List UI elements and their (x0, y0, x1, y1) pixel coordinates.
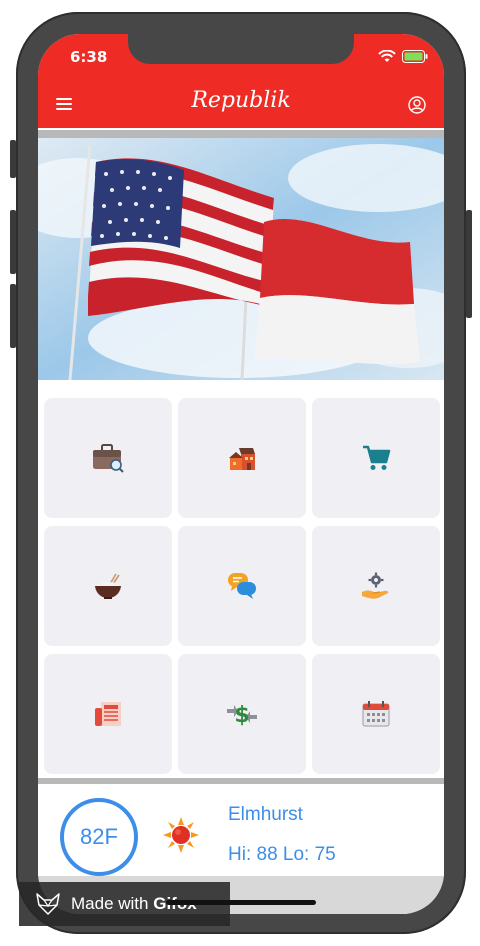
tile-news[interactable] (44, 654, 172, 774)
flags-image (38, 138, 444, 381)
volume-down-button (10, 284, 16, 348)
temperature-value: 82F (80, 824, 118, 849)
feature-grid: $ (38, 392, 444, 778)
tile-housing[interactable] (178, 398, 306, 518)
fox-logo-icon (36, 893, 60, 915)
houses-icon (229, 448, 255, 470)
city-name: Elmhurst (228, 804, 303, 825)
money-exchange-icon: $ (227, 703, 257, 728)
chat-bubbles-icon (228, 573, 256, 599)
battery-icon (402, 50, 428, 63)
flags-banner (38, 130, 444, 400)
sun-icon (163, 817, 199, 853)
notch (128, 34, 354, 64)
weather-widget[interactable]: 82F Elmhurst Hi: 88 Lo: 75 (38, 784, 444, 876)
home-indicator[interactable] (166, 900, 316, 905)
tile-chat[interactable] (178, 526, 306, 646)
status-time: 6:38 (70, 48, 108, 66)
rice-bowl-icon (95, 573, 121, 599)
briefcase-search-icon (93, 444, 124, 473)
hi-lo-temperature: Hi: 88 Lo: 75 (228, 844, 336, 865)
newspaper-icon (95, 702, 121, 726)
screen: 6:38 Republik $ 82F Elmhurst Hi: 88 Lo: … (38, 34, 444, 914)
temperature-display: 82F (60, 798, 138, 876)
app-title: Republik (191, 88, 291, 113)
status-icons (378, 50, 428, 63)
volume-up-button (10, 210, 16, 274)
calendar-icon (362, 701, 390, 727)
user-profile-icon[interactable] (408, 96, 426, 114)
svg-text:$: $ (234, 703, 249, 728)
gear-hand-icon (362, 572, 389, 599)
tile-services[interactable] (312, 526, 440, 646)
tile-shopping[interactable] (312, 398, 440, 518)
shopping-cart-icon (363, 445, 391, 470)
wifi-icon (378, 50, 396, 62)
tile-jobs[interactable] (44, 398, 172, 518)
tile-calendar[interactable] (312, 654, 440, 774)
tile-money[interactable]: $ (178, 654, 306, 774)
power-button (466, 210, 472, 318)
tile-food[interactable] (44, 526, 172, 646)
mute-switch (10, 140, 16, 178)
